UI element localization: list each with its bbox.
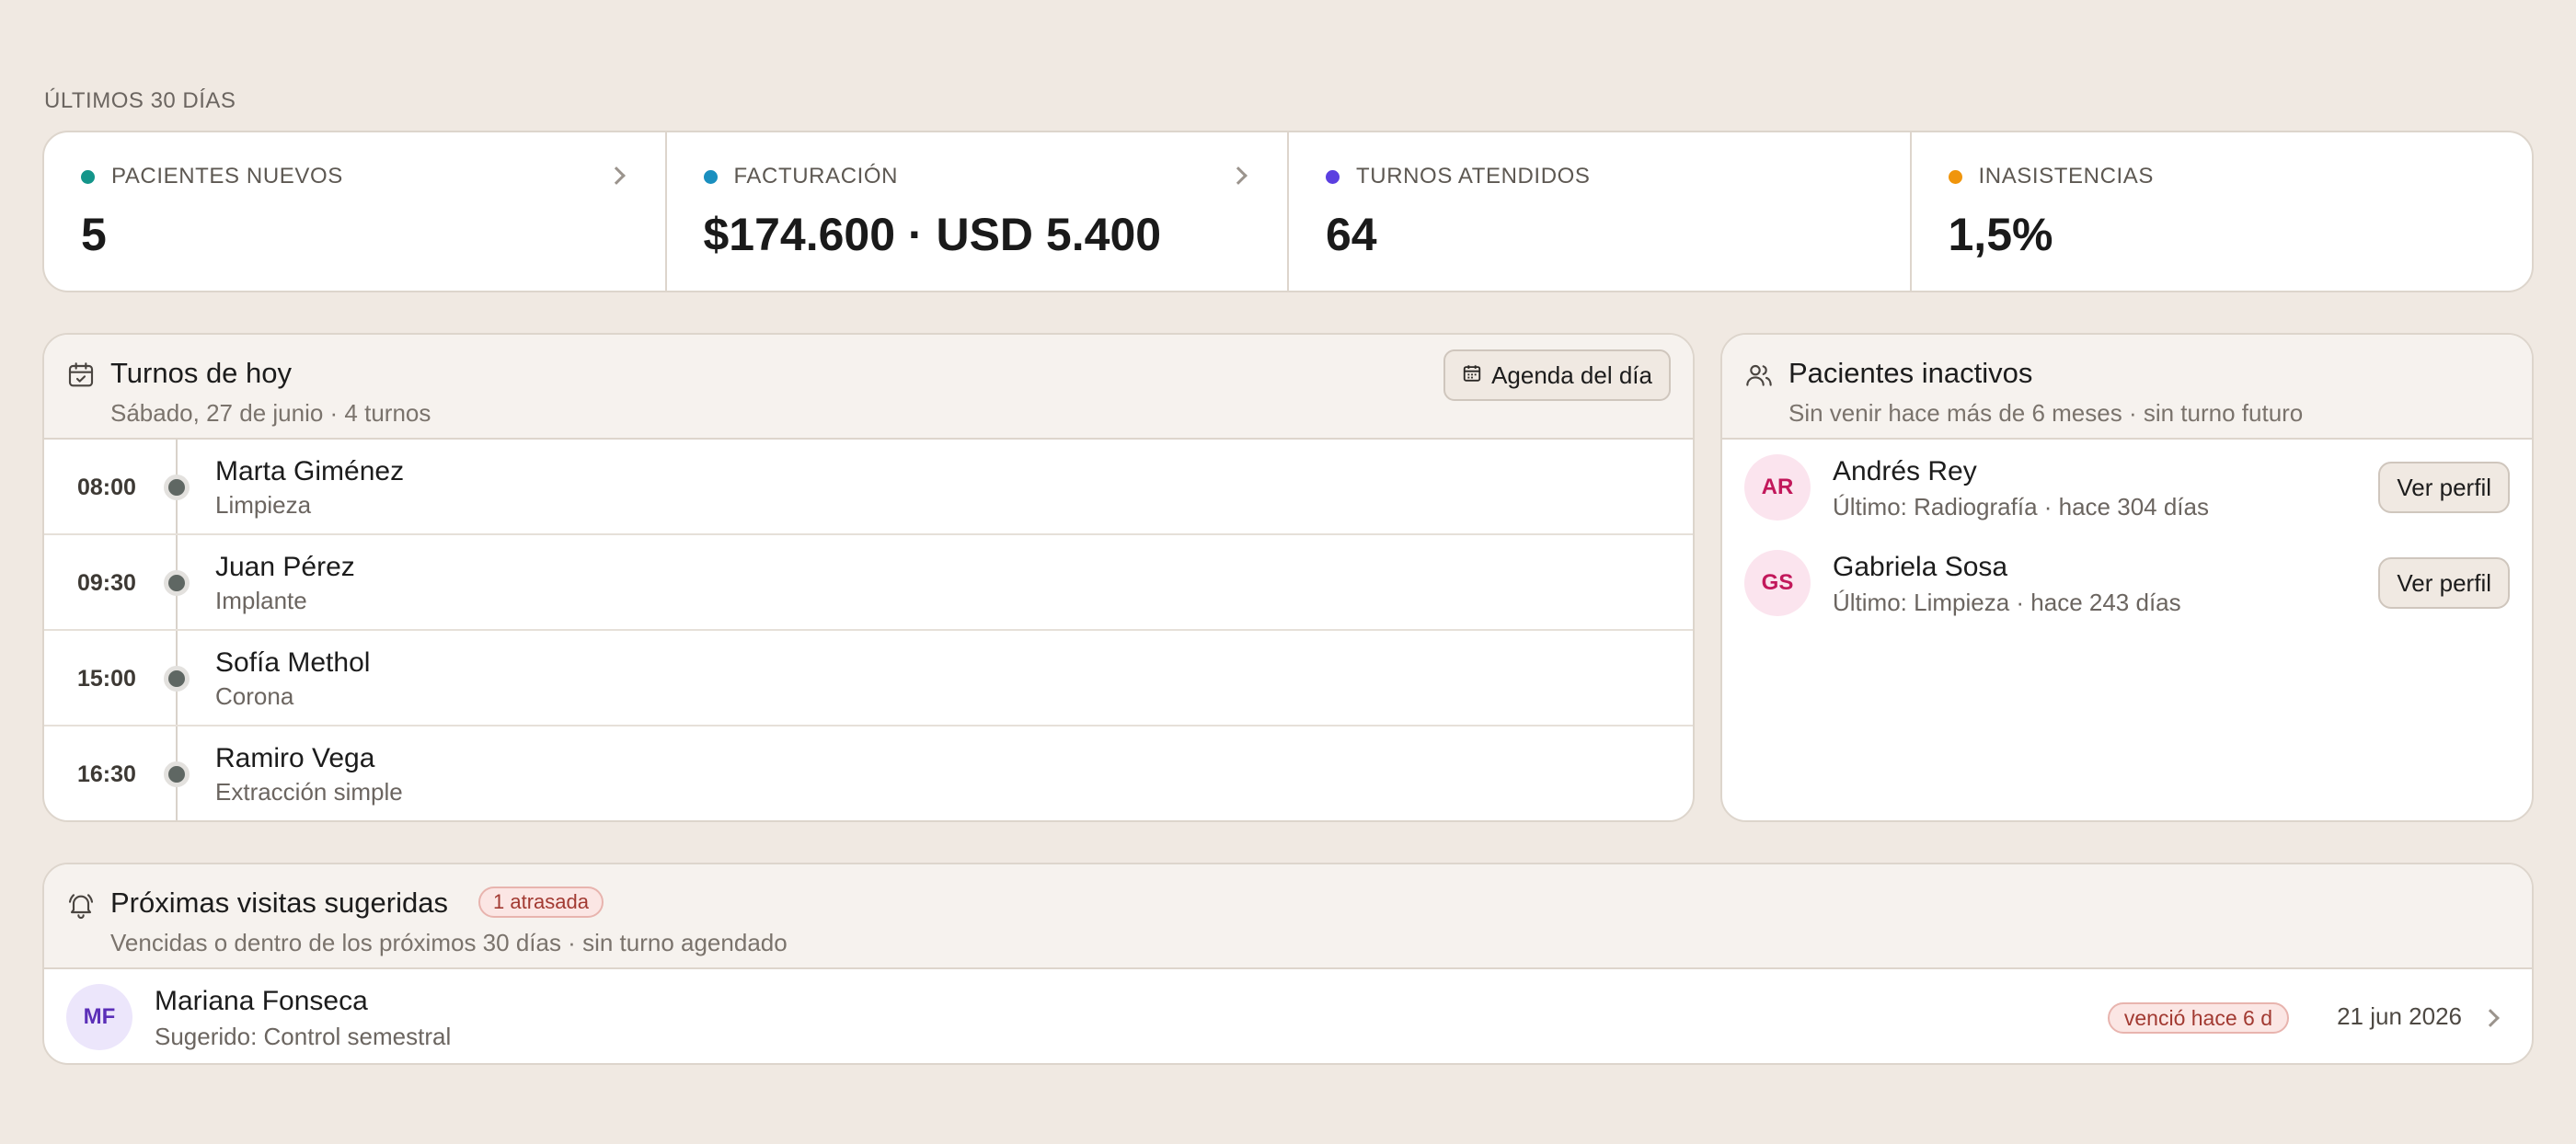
period-label: ÚLTIMOS 30 DÍAS [44, 88, 236, 113]
card-subtitle: Sin venir hace más de 6 meses · sin turn… [1788, 399, 2304, 427]
appointment-row[interactable]: 16:30 Ramiro Vega Extracción simple [44, 726, 1693, 820]
appointment-patient: Juan Pérez [215, 552, 355, 582]
appointment-time: 08:00 [77, 475, 136, 500]
avatar: MF [66, 984, 132, 1050]
suggested-date: 21 jun 2026 [2337, 1002, 2462, 1030]
card-title: Turnos de hoy [110, 357, 293, 389]
kpi-dot [1326, 169, 1340, 184]
inactive-patient-row: GS Gabriela Sosa Último: Limpieza · hace… [1722, 535, 2532, 631]
kpi-label: PACIENTES NUEVOS [111, 164, 343, 189]
timeline-dot [164, 475, 190, 500]
appointment-patient: Sofía Methol [215, 647, 371, 678]
chevron-right-icon[interactable] [2481, 1009, 2500, 1027]
dashboard: ÚLTIMOS 30 DÍAS PACIENTES NUEVOS 5 FACTU… [0, 0, 2576, 1144]
kpi-dot [1948, 169, 1962, 184]
patient-last-visit: Último: Radiografía · hace 304 días [1833, 493, 2209, 521]
card-subtitle: Vencidas o dentro de los próximos 30 día… [110, 929, 788, 956]
kpi-label: TURNOS ATENDIDOS [1356, 164, 1591, 189]
appointment-procedure: Limpieza [215, 491, 312, 519]
avatar: AR [1744, 454, 1811, 521]
appointment-procedure: Extracción simple [215, 778, 403, 806]
users-icon [1744, 360, 1774, 395]
suggested-visit-row[interactable]: MF Mariana Fonseca Sugerido: Control sem… [44, 969, 2532, 1063]
ver-perfil-button[interactable]: Ver perfil [2378, 557, 2510, 609]
kpi-dot [703, 169, 718, 184]
card-title: Pacientes inactivos [1788, 357, 2033, 389]
kpi-dot [81, 169, 95, 184]
ver-perfil-button[interactable]: Ver perfil [2378, 462, 2510, 513]
suggested-treatment: Sugerido: Control semestral [155, 1023, 452, 1050]
patient-name: Mariana Fonseca [155, 986, 368, 1016]
overdue-count-badge: 1 atrasada [478, 887, 604, 918]
inactive-patients-card: Pacientes inactivos Sin venir hace más d… [1720, 333, 2534, 822]
avatar: GS [1744, 550, 1811, 616]
kpi-value: 5 [81, 209, 107, 260]
overdue-status-badge: venció hace 6 d [2107, 1002, 2289, 1034]
card-header: Próximas visitas sugeridas 1 atrasada Ve… [44, 864, 2532, 969]
appointment-patient: Marta Giménez [215, 456, 405, 486]
kpi-value: 64 [1326, 209, 1377, 260]
patient-name: Andrés Rey [1833, 456, 1977, 486]
card-subtitle: Sábado, 27 de junio · 4 turnos [110, 399, 431, 427]
appointment-list: 08:00 Marta Giménez Limpieza 09:30 Juan … [44, 440, 1693, 820]
calendar-icon [1462, 361, 1482, 390]
calendar-icon [66, 360, 96, 395]
agenda-button-label: Agenda del día [1491, 360, 1652, 389]
appointment-patient: Ramiro Vega [215, 743, 375, 773]
card-header: Turnos de hoy Sábado, 27 de junio · 4 tu… [44, 335, 1693, 440]
appointment-procedure: Corona [215, 682, 294, 710]
kpi-strip: PACIENTES NUEVOS 5 FACTURACIÓN $174.600 … [42, 131, 2534, 292]
card-title: Próximas visitas sugeridas [110, 887, 448, 919]
appointment-row[interactable]: 09:30 Juan Pérez Implante [44, 535, 1693, 631]
appointment-time: 16:30 [77, 761, 136, 787]
timeline-dot [164, 570, 190, 596]
kpi-label: INASISTENCIAS [1978, 164, 2155, 189]
kpi-value: $174.600 · USD 5.400 [703, 209, 1162, 260]
timeline-dot [164, 666, 190, 692]
timeline-dot [164, 761, 190, 787]
appointment-row[interactable]: 08:00 Marta Giménez Limpieza [44, 440, 1693, 535]
bell-icon [66, 890, 96, 924]
suggested-visits-card: Próximas visitas sugeridas 1 atrasada Ve… [42, 863, 2534, 1065]
kpi-value: 1,5% [1948, 209, 2053, 260]
appointment-time: 15:00 [77, 666, 136, 692]
agenda-del-dia-button[interactable]: Agenda del día [1443, 349, 1671, 401]
patient-name: Gabriela Sosa [1833, 552, 2008, 582]
inactive-patient-row: AR Andrés Rey Último: Radiografía · hace… [1722, 440, 2532, 535]
appointment-time: 09:30 [77, 570, 136, 596]
kpi-inasistencias: INASISTENCIAS 1,5% [1912, 132, 2533, 291]
kpi-facturacion[interactable]: FACTURACIÓN $174.600 · USD 5.400 [667, 132, 1289, 291]
appointment-row[interactable]: 15:00 Sofía Methol Corona [44, 631, 1693, 726]
card-header: Pacientes inactivos Sin venir hace más d… [1722, 335, 2532, 440]
appointment-procedure: Implante [215, 587, 307, 614]
today-appointments-card: Turnos de hoy Sábado, 27 de junio · 4 tu… [42, 333, 1695, 822]
patient-last-visit: Último: Limpieza · hace 243 días [1833, 589, 2181, 616]
kpi-turnos-atendidos: TURNOS ATENDIDOS 64 [1289, 132, 1912, 291]
kpi-pacientes-nuevos[interactable]: PACIENTES NUEVOS 5 [44, 132, 667, 291]
kpi-label: FACTURACIÓN [733, 164, 899, 189]
